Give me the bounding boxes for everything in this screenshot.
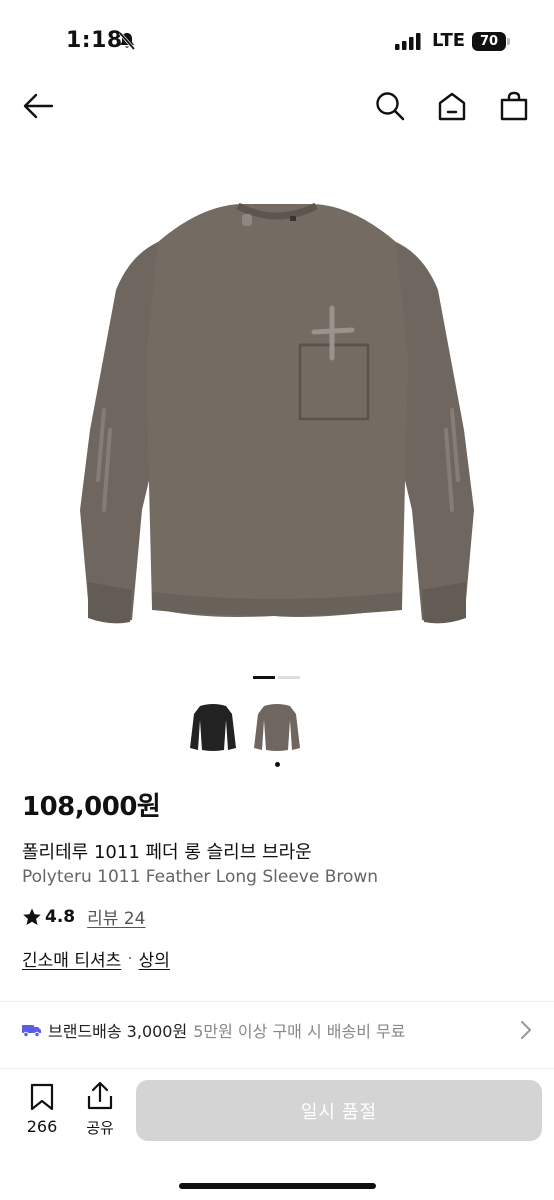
bottom-action-bar: 266 공유 일시 품절 bbox=[0, 1068, 554, 1200]
status-time: 1:18 bbox=[66, 28, 123, 53]
category-breadcrumb: 긴소매 티셔츠 · 상의 bbox=[22, 946, 170, 972]
rating-value: 4.8 bbox=[45, 906, 76, 927]
home-button[interactable] bbox=[434, 88, 470, 124]
search-icon bbox=[376, 92, 405, 121]
share-label: 공유 bbox=[86, 1119, 114, 1137]
status-bar: 1:18 LTE 70 bbox=[0, 0, 554, 80]
free-shipping-note: 5만원 이상 구매 시 배송비 무료 bbox=[193, 1022, 406, 1041]
thumbnail-black[interactable] bbox=[188, 700, 238, 754]
rating-row: 4.8 리뷰 24 bbox=[22, 904, 145, 929]
bookmark-icon bbox=[30, 1083, 54, 1111]
share-icon bbox=[87, 1081, 113, 1110]
product-image[interactable] bbox=[60, 180, 494, 640]
shipping-info-row[interactable]: 브랜드배송 3,000원 5만원 이상 구매 시 배송비 무료 bbox=[22, 1012, 534, 1048]
chevron-right-icon bbox=[521, 1021, 531, 1039]
arrow-left-icon bbox=[23, 93, 54, 119]
signal-icon bbox=[395, 33, 421, 50]
search-button[interactable] bbox=[372, 88, 408, 124]
shipping-fee-label: 브랜드배송 3,000원 bbox=[48, 1022, 188, 1041]
save-count: 266 bbox=[26, 1117, 58, 1136]
cart-button[interactable] bbox=[496, 88, 532, 124]
home-indicator[interactable] bbox=[179, 1183, 376, 1189]
share-button[interactable]: 공유 bbox=[78, 1081, 122, 1141]
back-button[interactable] bbox=[20, 88, 56, 124]
page-indicator-2 bbox=[278, 676, 300, 679]
shopping-bag-icon bbox=[500, 91, 528, 121]
truck-icon bbox=[22, 1025, 41, 1037]
sold-out-button[interactable]: 일시 품절 bbox=[136, 1080, 542, 1141]
category-separator: · bbox=[127, 948, 133, 969]
category-link-top[interactable]: 상의 bbox=[139, 946, 170, 971]
selected-thumbnail-dot bbox=[275, 762, 280, 767]
product-name-korean: 폴리테루 1011 페더 롱 슬리브 브라운 bbox=[22, 842, 312, 863]
image-pagination bbox=[253, 676, 300, 679]
category-link-long-sleeve[interactable]: 긴소매 티셔츠 bbox=[22, 946, 121, 971]
home-icon bbox=[438, 92, 466, 121]
page-indicator-1 bbox=[253, 676, 275, 679]
product-price: 108,000원 bbox=[22, 792, 161, 822]
battery-level: 70 bbox=[472, 32, 506, 51]
review-link[interactable]: 리뷰 24 bbox=[87, 904, 145, 929]
save-button[interactable]: 266 bbox=[20, 1083, 64, 1143]
battery-cap bbox=[507, 38, 510, 45]
network-type: LTE bbox=[432, 30, 466, 51]
product-name-english: Polyteru 1011 Feather Long Sleeve Brown bbox=[22, 867, 379, 887]
thumbnail-brown[interactable] bbox=[252, 700, 302, 754]
divider bbox=[0, 1001, 554, 1002]
battery-icon: 70 bbox=[472, 32, 510, 51]
bell-slash-icon bbox=[118, 31, 136, 51]
star-icon bbox=[23, 908, 41, 925]
